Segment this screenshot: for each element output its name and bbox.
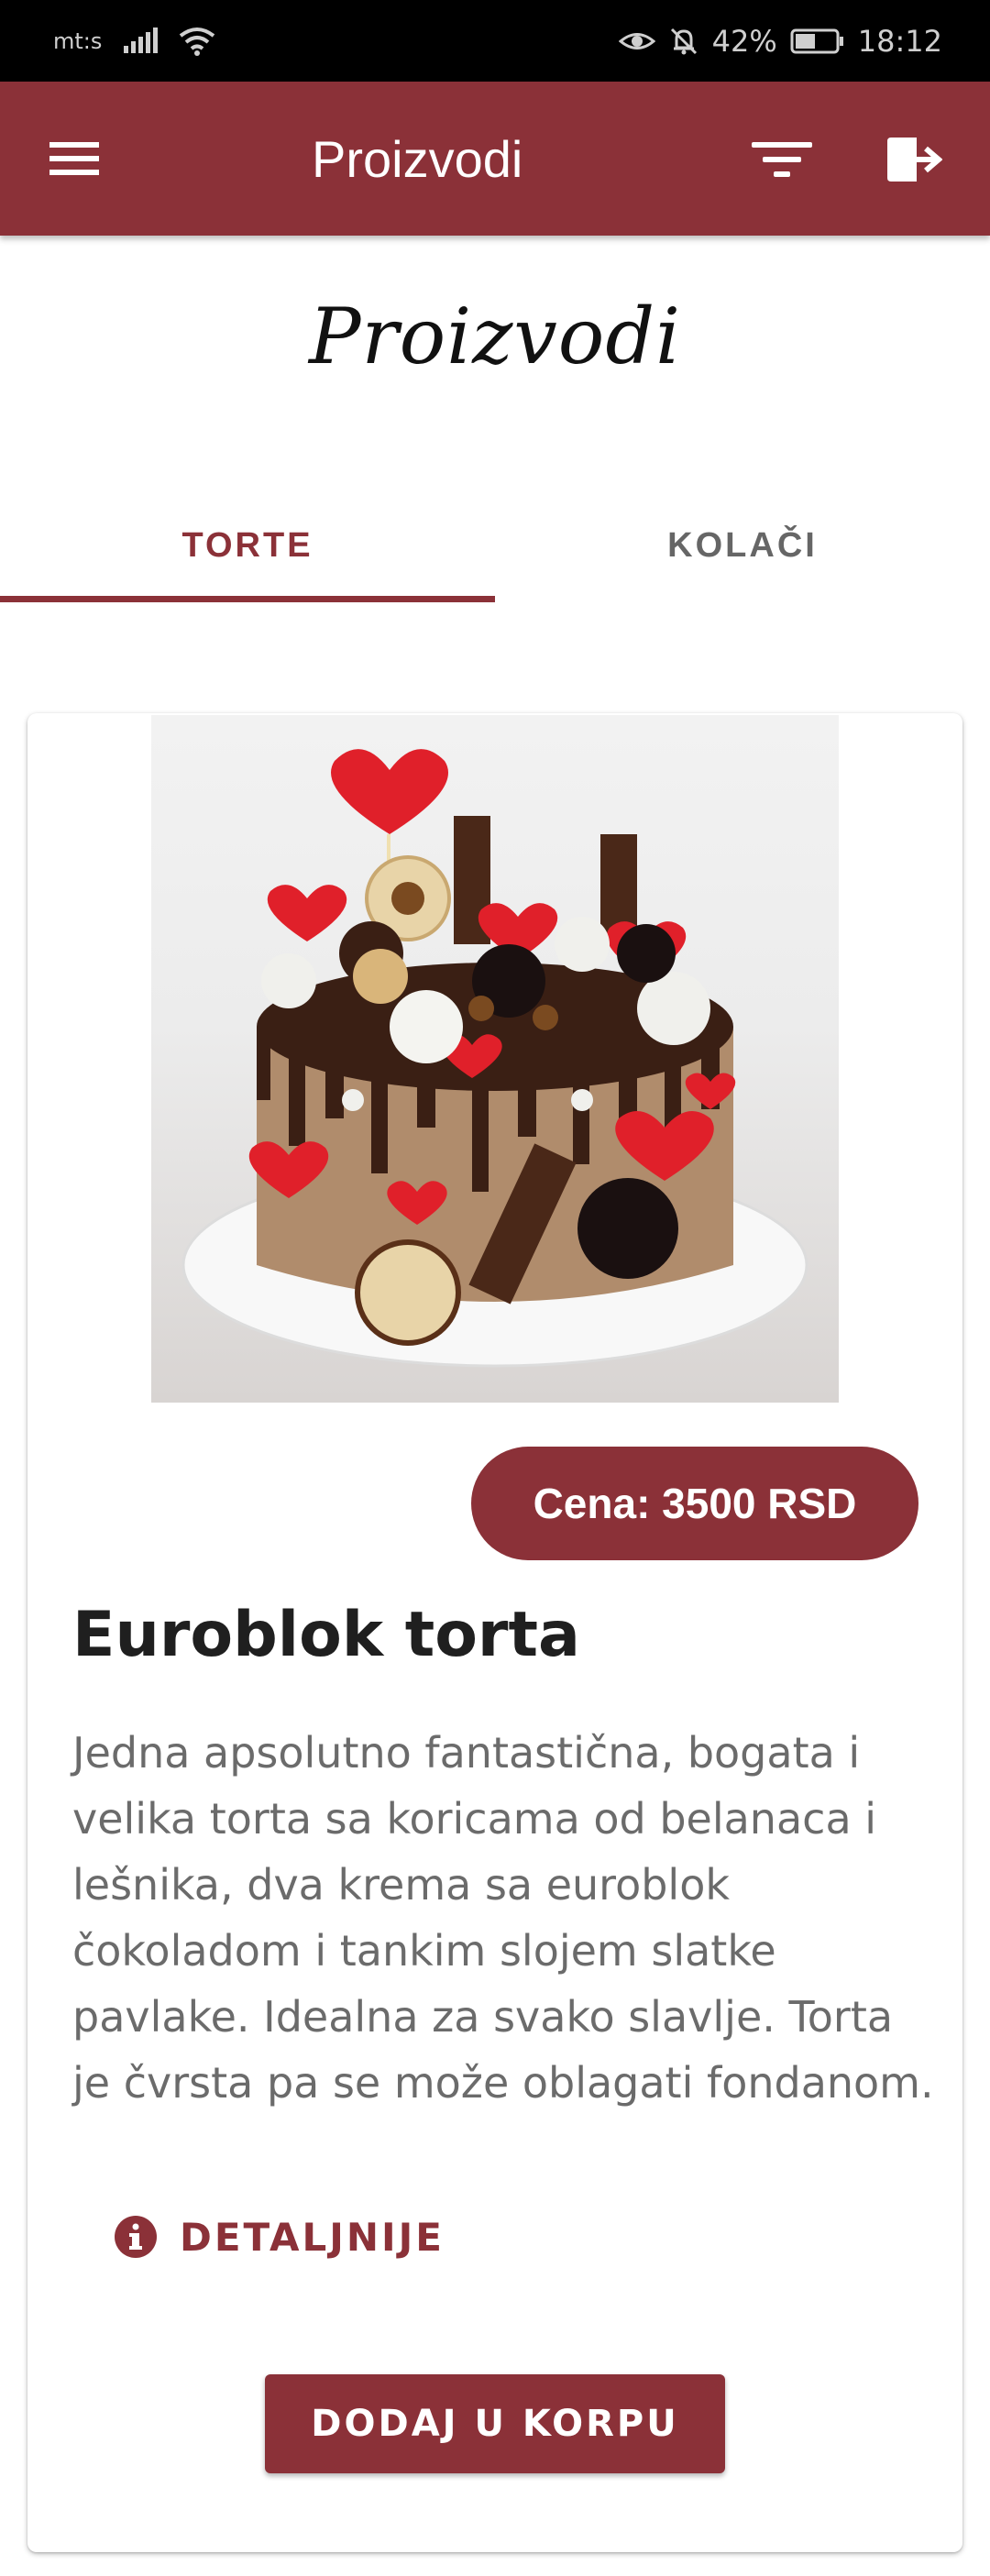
tab-indicator [0, 596, 495, 602]
details-label: DETALJNIJE [180, 2214, 445, 2260]
app-bar-title: Proizvodi [312, 129, 523, 188]
tab-torte[interactable]: TORTE [0, 486, 495, 605]
product-image[interactable] [151, 715, 839, 1403]
signal-icon [122, 27, 159, 55]
menu-button[interactable] [48, 138, 103, 179]
page-heading: Proizvodi [308, 292, 682, 381]
filter-button[interactable] [750, 137, 814, 182]
details-link[interactable]: DETALJNIJE [114, 2211, 445, 2262]
app-bar: Proizvodi [0, 82, 990, 236]
logout-button[interactable] [884, 134, 943, 185]
battery-percent: 42% [711, 23, 777, 59]
status-right: 42% 18:12 [618, 0, 942, 82]
carrier-label: mt:s [53, 28, 103, 54]
category-tabs: TORTE KOLAČI [0, 486, 990, 605]
wifi-icon [179, 27, 215, 56]
product-description: Jedna apsolutno fantastična, bogata i ve… [72, 1728, 934, 2108]
mute-bell-icon [668, 26, 699, 57]
status-left: mt:s [53, 0, 215, 82]
filter-icon [752, 142, 812, 177]
add-to-cart-button[interactable]: DODAJ U KORPU [265, 2374, 725, 2473]
logout-icon [887, 138, 943, 182]
battery-icon [790, 28, 845, 55]
product-card: Cena: 3500 RSD Euroblok torta Jedna apso… [28, 713, 962, 2552]
status-bar: mt:s 42% 18:12 [0, 0, 990, 82]
eye-icon [618, 28, 655, 55]
product-name: Euroblok torta [72, 1599, 580, 1671]
info-icon [115, 2216, 157, 2258]
cake-illustration [182, 749, 808, 1368]
menu-icon [50, 142, 99, 175]
tab-kolaci[interactable]: KOLAČI [495, 486, 990, 605]
clock: 18:12 [857, 23, 942, 59]
price-badge: Cena: 3500 RSD [471, 1447, 918, 1560]
